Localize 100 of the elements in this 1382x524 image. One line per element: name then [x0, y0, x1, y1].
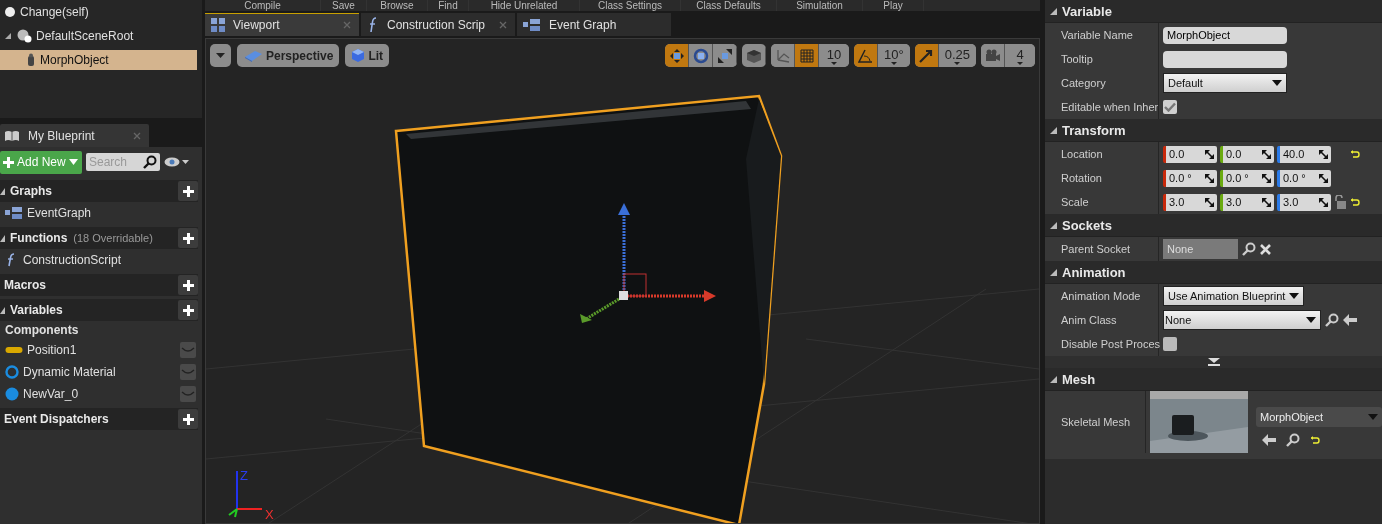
view-mode-button[interactable]: Lit	[345, 44, 390, 67]
tree-item[interactable]: MorphObject	[0, 50, 197, 70]
resize-arrows-icon	[1319, 197, 1328, 207]
search-icon[interactable]	[1242, 242, 1256, 256]
number-field[interactable]: 3.0	[1163, 193, 1217, 211]
toolbar-button[interactable]: Class Settings	[580, 0, 681, 11]
tree-item[interactable]: DefaultSceneRoot	[0, 26, 202, 46]
checkbox[interactable]	[1163, 337, 1177, 351]
reset-arrow-icon[interactable]	[1310, 436, 1320, 444]
expand-arrow-icon[interactable]	[0, 234, 6, 242]
toolbar-button[interactable]: Compile	[205, 0, 321, 11]
toolbar-toggle[interactable]	[914, 44, 939, 67]
toolbar-toggle[interactable]	[854, 44, 878, 67]
section-title: Functions	[9, 231, 68, 245]
expand-arrow-icon[interactable]	[1050, 375, 1057, 383]
asset-dropdown[interactable]: MorphObject	[1256, 407, 1382, 427]
list-item[interactable]: Position1	[0, 339, 196, 361]
number-field[interactable]: 0.0 °	[1277, 169, 1331, 187]
add-button[interactable]	[178, 228, 198, 248]
expand-arrow-icon[interactable]	[0, 306, 6, 314]
property-label: Tooltip	[1061, 53, 1093, 65]
toolbar-toggle[interactable]	[771, 44, 795, 67]
toolbar-button[interactable]: Class Defaults	[681, 0, 777, 11]
expand-arrow-icon[interactable]	[1050, 268, 1057, 276]
mode-dropdown[interactable]: Use Animation Blueprint	[1163, 286, 1305, 306]
add-button[interactable]	[178, 275, 198, 295]
window-grid-icon	[211, 18, 225, 32]
search-icon[interactable]	[1286, 433, 1300, 447]
checkbox[interactable]	[1163, 100, 1177, 114]
list-item[interactable]: EventGraph	[0, 202, 196, 224]
tree-item[interactable]: Change(self)	[0, 2, 202, 22]
resize-arrows-icon	[1262, 173, 1271, 183]
toolbar-toggle[interactable]	[981, 44, 1005, 67]
text-field[interactable]	[1163, 50, 1287, 68]
number-field[interactable]: 0.0	[1163, 145, 1217, 163]
item-label: DefaultSceneRoot	[36, 29, 134, 43]
number-field[interactable]: 0.0 °	[1220, 169, 1274, 187]
number-field[interactable]: 0.0	[1220, 145, 1274, 163]
toolbar-button[interactable]: Play	[863, 0, 924, 11]
view-mode-button[interactable]: Perspective	[237, 44, 340, 67]
toolbar-button[interactable]: Browse	[367, 0, 428, 11]
list-item[interactable]: ConstructionScript	[0, 249, 196, 271]
class-dropdown[interactable]: None	[1163, 310, 1321, 330]
text-field[interactable]: MorphObject	[1163, 26, 1287, 44]
number-field[interactable]: 40.0	[1277, 145, 1331, 163]
left-arrow-icon[interactable]	[1343, 314, 1357, 326]
section-title: Mesh	[1062, 371, 1096, 387]
eye-icon[interactable]	[164, 156, 190, 168]
plus-icon	[182, 232, 194, 244]
expand-arrow-icon[interactable]	[1050, 221, 1057, 229]
toolbar-button[interactable]: Find	[428, 0, 469, 11]
number-field[interactable]: 3.0	[1220, 193, 1274, 211]
close-icon[interactable]	[499, 20, 507, 29]
visibility-toggle[interactable]	[180, 364, 196, 380]
options-button[interactable]	[210, 44, 231, 67]
editor-tab[interactable]: Construction Scrip	[361, 13, 515, 36]
visibility-toggle[interactable]	[180, 386, 196, 402]
section-header[interactable]: Event Dispatchers	[0, 408, 198, 430]
section-header[interactable]: Variables	[0, 299, 198, 321]
add-button[interactable]	[178, 409, 198, 429]
section-header[interactable]: Graphs	[0, 180, 198, 202]
toolbar-button[interactable]: Save	[321, 0, 367, 11]
editor-tab[interactable]: Event Graph	[517, 13, 671, 36]
viewport[interactable]: Perspective Lit 10 10° 0.25 4 Z X	[205, 38, 1040, 524]
visibility-toggle[interactable]	[180, 342, 196, 358]
left-arrow-icon[interactable]	[1262, 434, 1276, 446]
editor-tab[interactable]: Viewport	[205, 13, 359, 36]
add-button[interactable]	[178, 181, 198, 201]
section-header[interactable]: Macros	[0, 274, 198, 296]
category-dropdown[interactable]: Default	[1163, 73, 1287, 93]
padlock-icon[interactable]	[1334, 195, 1346, 209]
expand-arrow-icon[interactable]	[1050, 7, 1057, 15]
toolbar-button[interactable]: Simulation	[777, 0, 863, 11]
expand-arrow-icon[interactable]	[1050, 126, 1057, 134]
reset-arrow-icon[interactable]	[1350, 198, 1360, 206]
toolbar-toggle[interactable]	[665, 44, 689, 67]
closed-eye-icon	[181, 369, 195, 375]
clear-icon[interactable]	[1260, 243, 1271, 255]
search-icon[interactable]	[1325, 313, 1339, 327]
section-title: Variables	[9, 303, 63, 317]
reset-arrow-icon[interactable]	[1350, 150, 1360, 158]
number-field[interactable]: 3.0	[1277, 193, 1331, 211]
toolbar-button[interactable]: Hide Unrelated	[469, 0, 580, 11]
add-button[interactable]	[178, 300, 198, 320]
section-header[interactable]: Functions (18 Overridable)	[0, 227, 198, 249]
resize-arrows-icon	[1205, 173, 1214, 183]
search-field[interactable]: Search	[86, 153, 160, 171]
angle-icon	[857, 47, 874, 64]
category-row[interactable]: Components	[0, 321, 196, 339]
resize-arrows-icon	[1205, 149, 1214, 159]
cube-icon	[351, 48, 366, 63]
panel-tab[interactable]: My Blueprint	[0, 124, 149, 147]
expand-arrow-icon[interactable]	[0, 187, 6, 195]
item-label: MorphObject	[40, 53, 109, 67]
list-item[interactable]: NewVar_0	[0, 383, 196, 405]
number-field[interactable]: 0.0 °	[1163, 169, 1217, 187]
property-label: Skeletal Mesh	[1061, 416, 1131, 428]
list-item[interactable]: Dynamic Material	[0, 361, 196, 383]
toolbar-toggle[interactable]	[795, 44, 819, 67]
expand-arrow-icon[interactable]	[4, 32, 12, 40]
